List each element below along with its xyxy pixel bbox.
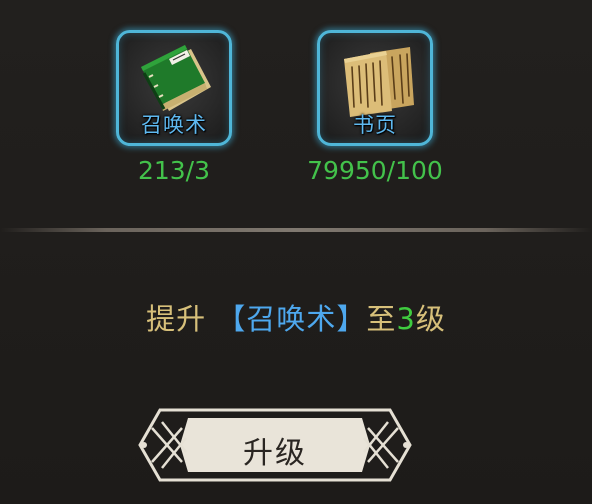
upgrade-level: 3 xyxy=(396,302,416,336)
item-count: 79950/100 xyxy=(307,156,443,185)
item-slot-summon-book[interactable]: 召唤术 xyxy=(116,30,232,146)
upgrade-prefix: 提升 xyxy=(146,302,207,336)
item-name: 召唤术 xyxy=(141,113,207,137)
upgrade-button-label: 升级 xyxy=(243,436,307,471)
upgrade-middle: 至 xyxy=(366,302,397,336)
item-count: 213/3 xyxy=(137,156,211,185)
item-name: 书页 xyxy=(353,113,397,137)
item-slot-book-pages[interactable]: 书页 xyxy=(317,30,433,146)
upgrade-skill-name: 【召唤术】 xyxy=(216,302,367,336)
divider xyxy=(0,228,592,232)
upgrade-suffix: 级 xyxy=(415,302,446,336)
upgrade-description: 提升 【召唤术】至3级 xyxy=(0,296,592,338)
scroll-pages-icon xyxy=(344,47,414,117)
upgrade-panel: 召唤术 书页 213/3 79950/100 提升 【召唤术】至3级 升级 xyxy=(0,0,592,504)
upgrade-button[interactable]: 升级 xyxy=(138,408,412,482)
green-book-icon xyxy=(141,45,211,111)
